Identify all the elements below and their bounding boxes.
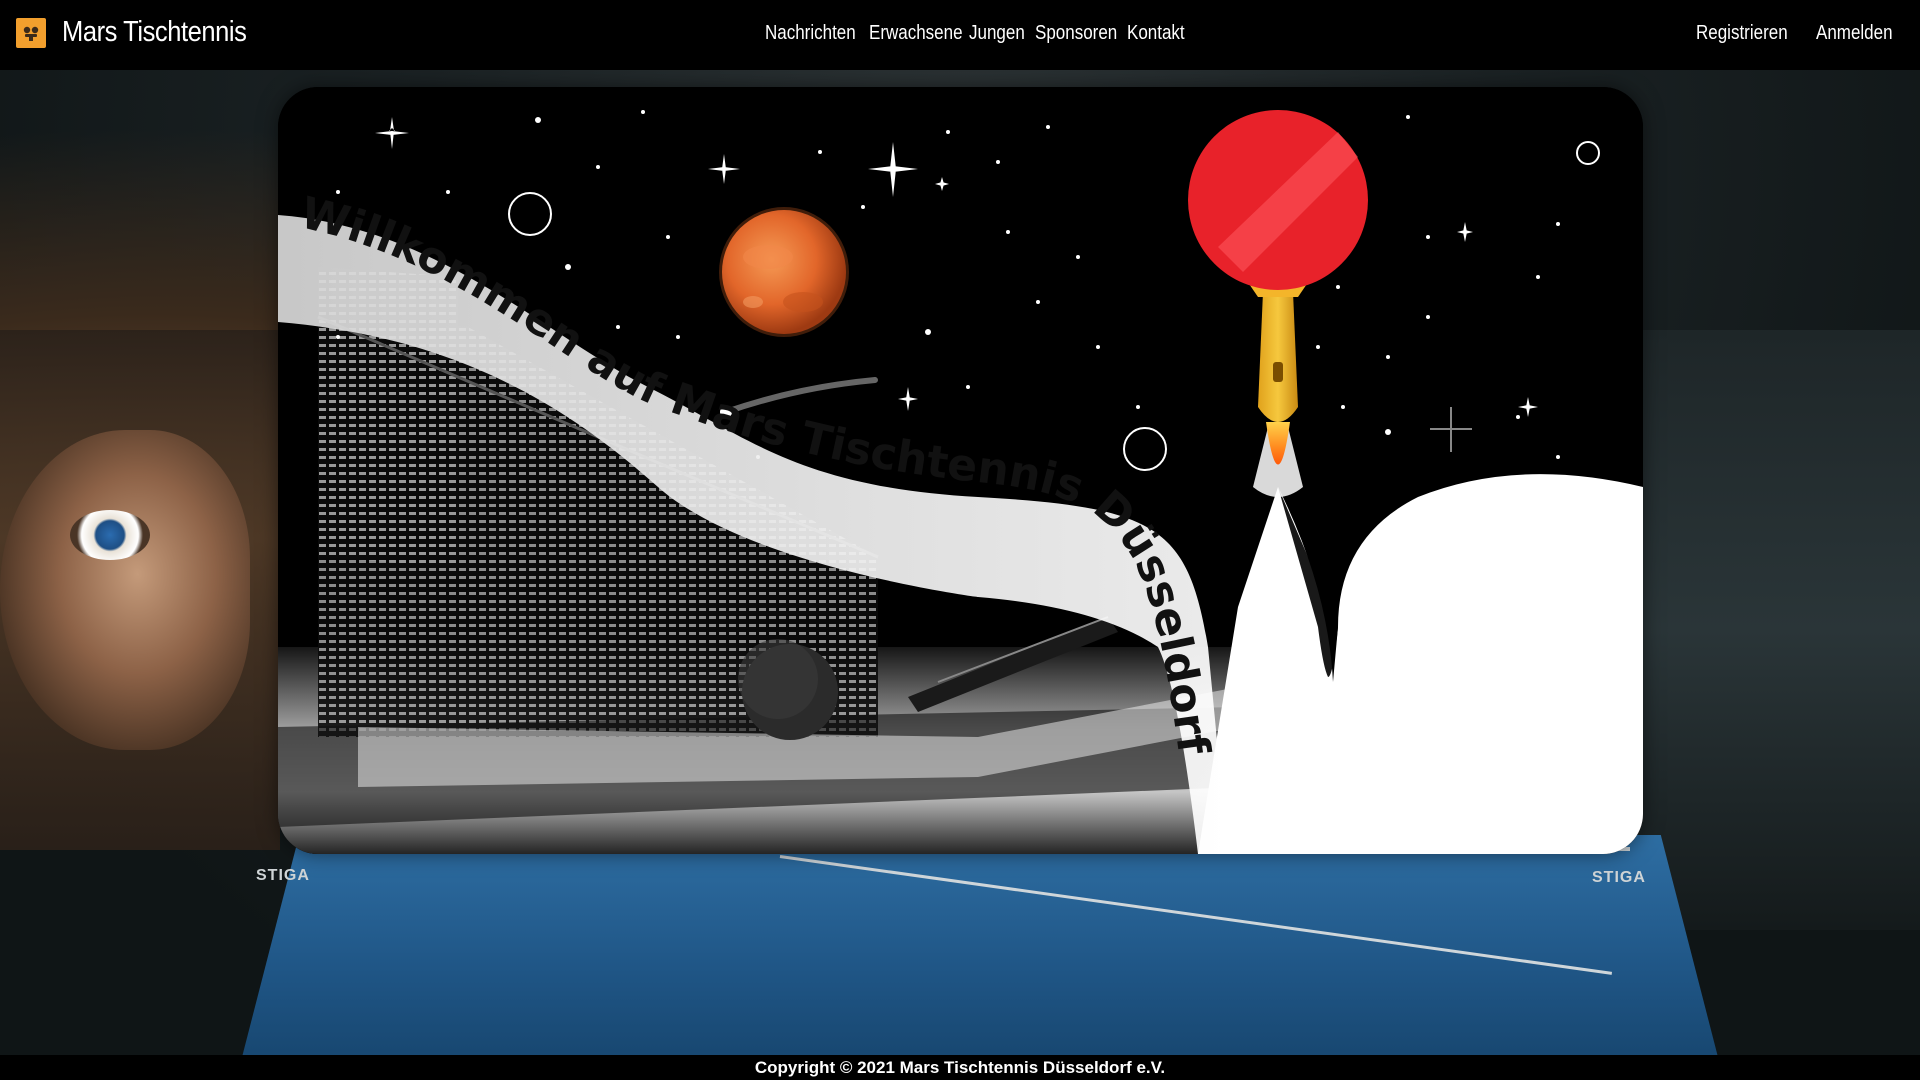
login-link[interactable]: Anmelden xyxy=(1816,22,1893,45)
nav-link-kontakt[interactable]: Kontakt xyxy=(1127,22,1185,45)
footer: Copyright © 2021 Mars Tischtennis Düssel… xyxy=(0,1055,1920,1080)
rocket-smoke xyxy=(1198,474,1643,854)
nav-link-jungen[interactable]: Jungen xyxy=(969,22,1025,45)
copyright-text: Copyright © 2021 Mars Tischtennis Düssel… xyxy=(754,1058,1166,1077)
register-link[interactable]: Registrieren xyxy=(1696,22,1788,45)
nav-link-sponsoren[interactable]: Sponsoren xyxy=(1035,22,1117,45)
nav-link-nachrichten[interactable]: Nachrichten xyxy=(765,22,856,45)
background-table xyxy=(240,835,1720,1065)
background-mural-face xyxy=(0,430,250,750)
background-mural-eye xyxy=(70,510,150,560)
brand-link[interactable]: Mars Tischtennis xyxy=(16,16,272,49)
rocket-paddle-logo-icon xyxy=(16,17,46,48)
hero-illustration: Willkommen auf Mars Tischtennis Düsseldo… xyxy=(278,87,1643,854)
page: STIGA STIGA Mars Tischtennis Nachrichten… xyxy=(0,0,1920,1080)
table-brand-right: STIGA xyxy=(1592,869,1646,886)
background-hall xyxy=(1620,330,1920,930)
mars-planet-icon xyxy=(719,207,849,337)
navbar: Mars Tischtennis Nachrichten Erwachsene … xyxy=(0,0,1920,70)
hero-banner: Willkommen auf Mars Tischtennis Düsseldo… xyxy=(278,87,1643,854)
nav-link-erwachsene[interactable]: Erwachsene xyxy=(869,22,963,45)
brand-name: Mars Tischtennis xyxy=(62,16,247,48)
table-brand-left: STIGA xyxy=(256,867,310,884)
